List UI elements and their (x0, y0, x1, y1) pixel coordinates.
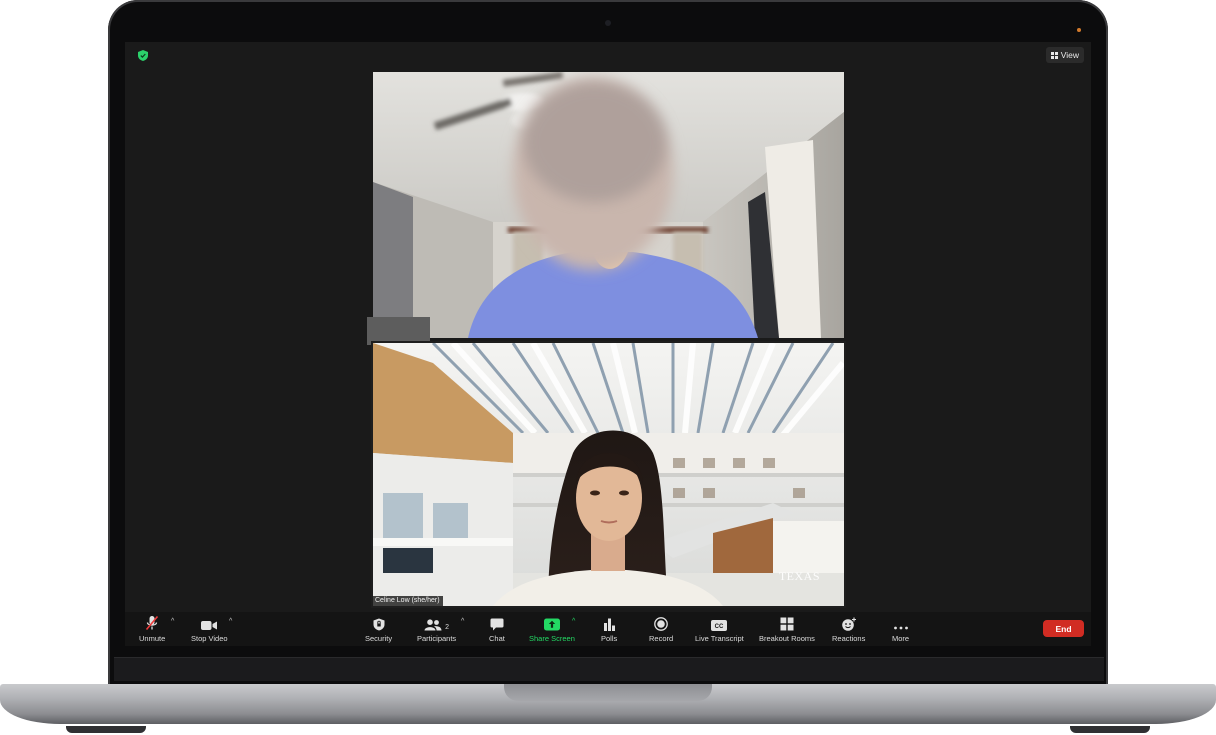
microphone-muted-icon (146, 615, 159, 631)
participants-button[interactable]: 2 Participants (417, 614, 456, 643)
share-screen-options-caret[interactable]: ^ (572, 618, 575, 625)
svg-text:CC: CC (715, 624, 724, 630)
record-icon (654, 617, 668, 631)
chat-bubble-icon (490, 618, 504, 631)
security-button[interactable]: Security (365, 614, 392, 643)
reactions-label: Reactions (832, 634, 866, 643)
unmute-button[interactable]: Unmute (139, 614, 165, 643)
share-screen-icon (543, 618, 560, 631)
chat-button[interactable]: Chat (489, 614, 505, 643)
video-camera-icon (201, 621, 218, 630)
end-meeting-button[interactable]: End (1043, 620, 1084, 637)
participant-2-video-feed (373, 343, 844, 606)
participants-icon (424, 619, 442, 631)
stop-video-label: Stop Video (191, 634, 228, 643)
participants-count: 2 (445, 624, 450, 631)
share-screen-button[interactable]: Share Screen (529, 614, 575, 643)
breakout-rooms-button[interactable]: Breakout Rooms (759, 614, 815, 643)
zoom-meeting-window: View TEXAS Celine Low (she/her) Unmute ^… (125, 42, 1091, 646)
laptop-chin (114, 657, 1104, 681)
camera-indicator-light (1077, 28, 1081, 32)
meeting-toolbar: Unmute ^ Stop Video ^ Security 2 Partici… (125, 612, 1091, 646)
video-tile-participant-1[interactable] (373, 72, 844, 338)
record-button[interactable]: Record (649, 614, 673, 643)
encryption-shield-icon[interactable] (138, 50, 148, 61)
webcam (605, 20, 611, 26)
chat-label: Chat (489, 634, 505, 643)
breakout-rooms-label: Breakout Rooms (759, 634, 815, 643)
laptop-foot-right (1070, 726, 1150, 733)
record-label: Record (649, 634, 674, 643)
more-button[interactable]: More (892, 614, 909, 643)
live-transcript-button[interactable]: CC Live Transcript (695, 614, 744, 643)
participant-1-video-feed (373, 72, 844, 338)
participants-label: Participants (417, 634, 457, 643)
breakout-rooms-icon (780, 617, 794, 631)
participants-options-caret[interactable]: ^ (461, 618, 464, 625)
closed-captions-icon: CC (711, 620, 728, 631)
polls-label: Polls (601, 634, 618, 643)
live-transcript-label: Live Transcript (695, 634, 744, 643)
laptop-foot-left (66, 726, 146, 733)
stop-video-button[interactable]: Stop Video (191, 614, 228, 643)
texas-watermark: TEXAS (778, 569, 820, 583)
more-label: More (892, 634, 910, 643)
view-button[interactable]: View (1045, 47, 1084, 63)
share-screen-label: Share Screen (529, 634, 575, 643)
participant-2-name-label: Celine Low (she/her) (373, 596, 443, 606)
security-label: Security (365, 634, 393, 643)
participant-1-name-label (367, 317, 430, 345)
polls-button[interactable]: Polls (601, 614, 617, 643)
more-ellipsis-icon (893, 626, 908, 630)
view-button-label: View (1060, 50, 1079, 60)
unmute-label: Unmute (139, 634, 166, 643)
video-options-caret[interactable]: ^ (229, 618, 232, 625)
laptop-lid-notch (504, 684, 712, 701)
reactions-button[interactable]: Reactions (832, 614, 865, 643)
polls-bar-chart-icon (603, 618, 615, 631)
security-shield-icon (373, 618, 385, 631)
grid-view-icon (1050, 51, 1058, 59)
video-tile-participant-2[interactable]: TEXAS Celine Low (she/her) (371, 341, 846, 608)
reactions-smiley-icon (841, 617, 856, 631)
audio-options-caret[interactable]: ^ (171, 618, 174, 625)
